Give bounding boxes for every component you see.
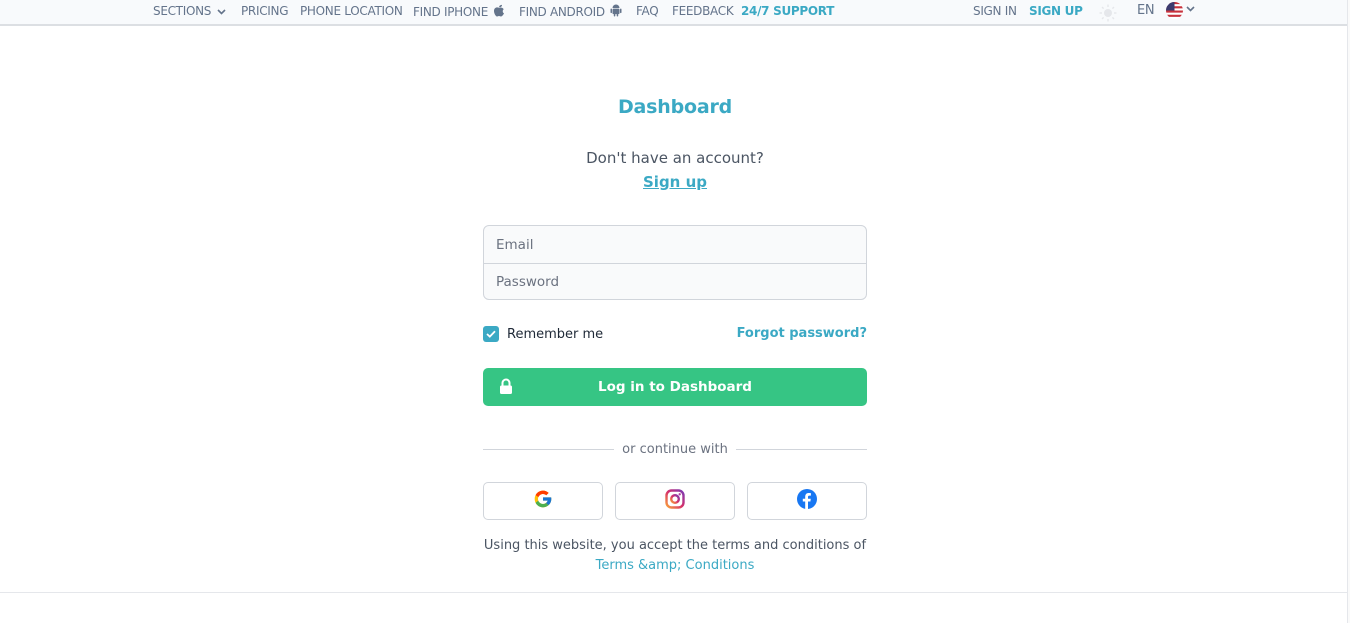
nav-sections[interactable]: SECTIONS [153,3,226,19]
lock-icon [499,378,513,399]
nav-find-android[interactable]: FIND ANDROID [519,3,622,21]
nav-find-android-label: FIND ANDROID [519,5,605,19]
email-input[interactable] [484,226,866,263]
nav-faq[interactable]: FAQ [636,3,659,19]
sign-up-link-container: Sign up [0,173,1350,191]
terms-link[interactable]: Terms &amp; Conditions [596,558,755,573]
social-divider: or continue with [483,440,868,458]
remember-me[interactable]: Remember me [483,326,603,342]
divider-line [483,448,615,450]
divider-line [735,448,868,450]
nav-support[interactable]: 24/7 SUPPORT [741,3,834,19]
no-account-text: Don't have an account? [586,149,764,167]
chevron-down-icon [217,3,226,19]
remember-me-checkbox[interactable] [483,326,499,342]
chevron-down-icon [1186,0,1195,16]
check-icon [486,330,496,338]
instagram-icon [665,489,685,513]
instagram-login-button[interactable] [615,482,735,520]
nav-sign-up[interactable]: SIGN UP [1029,3,1083,19]
top-navigation: SECTIONS PRICING PHONE LOCATION FIND IPH… [0,0,1350,26]
terms-text: Using this website, you accept the terms… [483,538,867,553]
google-login-button[interactable] [483,482,603,520]
facebook-login-button[interactable] [747,482,867,520]
nav-sign-in[interactable]: SIGN IN [973,3,1017,19]
forgot-password-link[interactable]: Forgot password? [737,326,867,341]
google-icon [533,489,553,513]
android-icon [610,3,622,21]
nav-feedback[interactable]: FEEDBACK [672,3,734,19]
facebook-icon [797,489,817,513]
divider-text: or continue with [622,441,728,457]
nav-find-iphone[interactable]: FIND IPHONE [413,3,505,21]
nav-find-iphone-label: FIND IPHONE [413,5,488,19]
login-button-label: Log in to Dashboard [598,379,752,395]
footer-divider [0,592,1347,593]
password-input[interactable] [484,263,866,299]
us-flag-icon [1166,2,1183,23]
login-button[interactable]: Log in to Dashboard [483,368,867,406]
sun-icon [1099,4,1117,26]
nav-phone-location[interactable]: PHONE LOCATION [300,3,403,19]
remember-me-label: Remember me [507,326,604,342]
nav-pricing[interactable]: PRICING [241,3,289,19]
sign-up-link[interactable]: Sign up [643,173,707,191]
theme-toggle[interactable] [1099,4,1117,26]
page-title: Dashboard [617,96,733,118]
terms-link-container: Terms &amp; Conditions [0,558,1350,573]
language-code[interactable]: EN [1137,3,1155,19]
language-selector[interactable] [1166,2,1195,23]
nav-sections-label: SECTIONS [153,4,212,18]
credentials-group [483,225,867,300]
apple-icon [493,3,505,21]
